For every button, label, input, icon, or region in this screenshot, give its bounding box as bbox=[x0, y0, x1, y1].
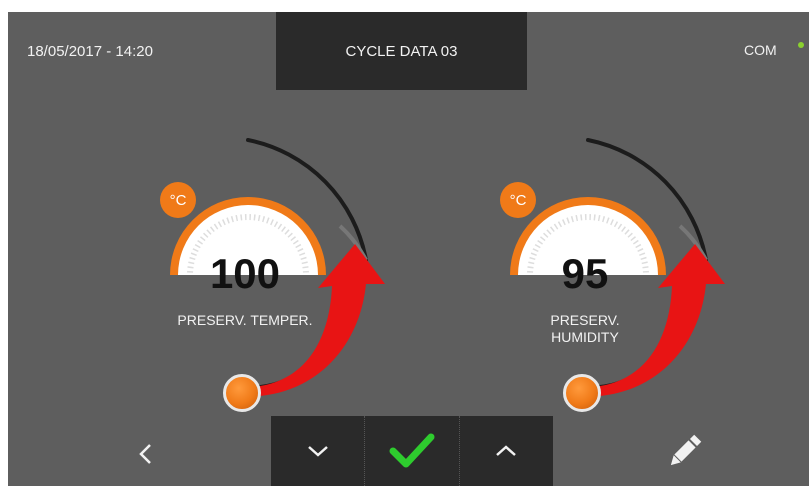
gauge-label-line2: HUMIDITY bbox=[551, 329, 619, 345]
main-panel: 18/05/2017 - 14:20 CYCLE DATA 03 COM °C … bbox=[8, 12, 809, 486]
bottom-action-bar bbox=[271, 416, 553, 486]
cycle-title: CYCLE DATA 03 bbox=[345, 42, 458, 60]
increase-button[interactable] bbox=[460, 416, 553, 486]
gauge-slider-knob[interactable] bbox=[223, 374, 261, 412]
unit-celsius-badge: °C bbox=[160, 182, 196, 218]
back-button[interactable] bbox=[124, 432, 168, 476]
unit-celsius-badge: °C bbox=[500, 182, 536, 218]
gauge-label-line1: PRESERV. bbox=[550, 312, 620, 328]
cycle-title-button[interactable]: CYCLE DATA 03 bbox=[276, 12, 527, 90]
gauge-label: PRESERV. HUMIDITY bbox=[500, 312, 670, 346]
checkmark-icon bbox=[389, 433, 435, 468]
gauge-value[interactable]: 95 bbox=[520, 248, 650, 300]
chevron-left-icon bbox=[139, 444, 151, 464]
edit-button[interactable] bbox=[658, 426, 712, 476]
gauge-label: PRESERV. TEMPER. bbox=[160, 312, 330, 329]
com-status-dot bbox=[798, 42, 804, 48]
gauge-slider-knob[interactable] bbox=[563, 374, 601, 412]
gauge-preserv-humidity: °C 95 PRESERV. HUMIDITY bbox=[500, 134, 740, 424]
gauge-label-line1: PRESERV. TEMPER. bbox=[177, 312, 313, 328]
confirm-button[interactable] bbox=[365, 416, 460, 486]
gauge-value[interactable]: 100 bbox=[180, 248, 310, 300]
decrease-button[interactable] bbox=[271, 416, 366, 486]
com-status-label: COM bbox=[744, 42, 777, 58]
gauge-preserv-temper: °C 100 PRESERV. TEMPER. bbox=[160, 134, 400, 424]
screen: 18/05/2017 - 14:20 CYCLE DATA 03 COM °C … bbox=[0, 0, 809, 486]
pencil-icon bbox=[670, 434, 702, 466]
chevron-up-icon bbox=[496, 445, 517, 456]
date-time: 18/05/2017 - 14:20 bbox=[27, 43, 153, 60]
chevron-down-icon bbox=[307, 446, 328, 457]
